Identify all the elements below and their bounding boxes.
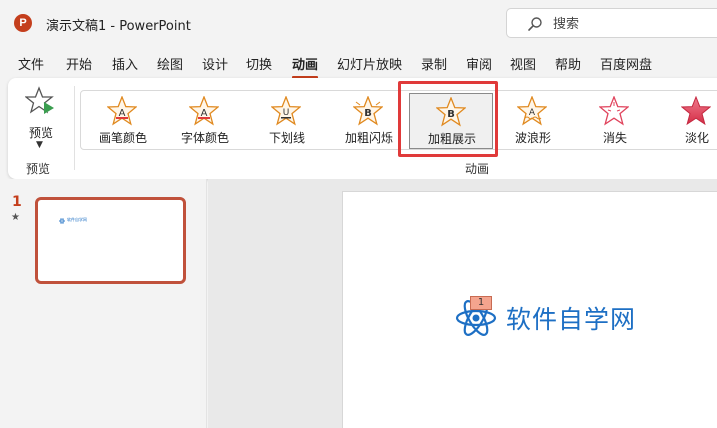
preview-group-label: 预览 [26, 162, 51, 176]
effect-label: 波浪形 [514, 131, 551, 145]
tab-view[interactable]: 视图 [510, 54, 536, 73]
preview-label: 预览 [28, 126, 53, 140]
slide-thumbnail[interactable]: 软件自学网 [35, 197, 186, 284]
disappear-star-icon [599, 96, 629, 126]
preview-button[interactable]: 预览 ▼ [16, 84, 66, 152]
font-color-star-icon: A [189, 96, 219, 126]
bold-flash-star-icon: B [353, 96, 383, 126]
effect-label: 加粗展示 [427, 132, 476, 146]
fade-star-icon [681, 96, 711, 126]
powerpoint-logo-icon: P [14, 14, 32, 32]
effect-label: 下划线 [268, 131, 305, 145]
bold-reveal-star-icon: B [436, 97, 466, 127]
effect-bold-flash[interactable]: B 加粗闪烁 [327, 93, 411, 149]
tab-transitions[interactable]: 切换 [246, 54, 272, 73]
tab-file[interactable]: 文件 [18, 54, 44, 73]
effect-font-color[interactable]: A 字体颜色 [163, 93, 247, 149]
slide-logo-text[interactable]: 软件自学网 [506, 300, 636, 336]
thumbnail-atom-icon [59, 218, 65, 224]
chevron-down-icon[interactable]: ▼ [36, 140, 43, 150]
effect-label: 字体颜色 [180, 131, 229, 145]
effect-glyph: B [364, 108, 372, 119]
title-bar: P 演示文稿1 - PowerPoint [0, 0, 717, 46]
effect-label: 画笔颜色 [98, 131, 147, 145]
slide-number: 1 [12, 194, 22, 210]
animation-group-label: 动画 [465, 162, 490, 176]
effect-disappear[interactable]: 消失 [573, 93, 657, 149]
underline-star-icon: U [271, 96, 301, 126]
effect-label: 消失 [602, 131, 627, 145]
tab-design[interactable]: 设计 [202, 54, 228, 73]
effect-brush-color[interactable]: A 画笔颜色 [81, 93, 165, 149]
animation-gallery: A 画笔颜色 A 字体颜色 U 下划线 B 加粗闪烁 B 加粗展示 A 波浪形 … [80, 90, 717, 150]
effect-bold-reveal[interactable]: B 加粗展示 [409, 93, 493, 149]
search-box[interactable] [506, 8, 717, 38]
tab-insert[interactable]: 插入 [112, 54, 138, 73]
animation-order-tag[interactable]: 1 [470, 296, 492, 310]
thumbnail-text: 软件自学网 [67, 217, 87, 222]
effect-glyph: U [283, 108, 290, 118]
tab-review[interactable]: 审阅 [466, 54, 492, 73]
ribbon-divider [74, 86, 75, 170]
effect-underline[interactable]: U 下划线 [245, 93, 329, 149]
brush-color-star-icon: A [107, 96, 137, 126]
search-icon [528, 17, 542, 31]
tab-baidu-netdisk[interactable]: 百度网盘 [600, 54, 652, 73]
document-title: 演示文稿1 - PowerPoint [46, 19, 191, 34]
menu-bar: 文件 开始 插入 绘图 设计 切换 动画 幻灯片放映 录制 审阅 视图 帮助 百… [0, 46, 717, 79]
wave-star-icon: A [517, 96, 547, 126]
tab-slideshow[interactable]: 幻灯片放映 [337, 54, 402, 73]
animation-indicator-icon: ★ [11, 212, 20, 223]
effect-label: 淡化 [684, 131, 709, 145]
effect-glyph: B [447, 109, 455, 120]
ribbon: 预览 ▼ 预览 A 画笔颜色 A 字体颜色 U 下划线 B 加粗闪烁 B 加粗展… [8, 78, 717, 179]
tab-record[interactable]: 录制 [421, 54, 447, 73]
tab-home[interactable]: 开始 [66, 54, 92, 73]
effect-label: 加粗闪烁 [344, 131, 393, 145]
tab-draw[interactable]: 绘图 [157, 54, 183, 73]
effect-fade[interactable]: 淡化 [655, 93, 717, 149]
search-input[interactable] [553, 14, 713, 34]
preview-star-icon [25, 86, 54, 114]
tab-help[interactable]: 帮助 [555, 54, 581, 73]
effect-wave[interactable]: A 波浪形 [491, 93, 575, 149]
tab-animations[interactable]: 动画 [292, 54, 319, 79]
